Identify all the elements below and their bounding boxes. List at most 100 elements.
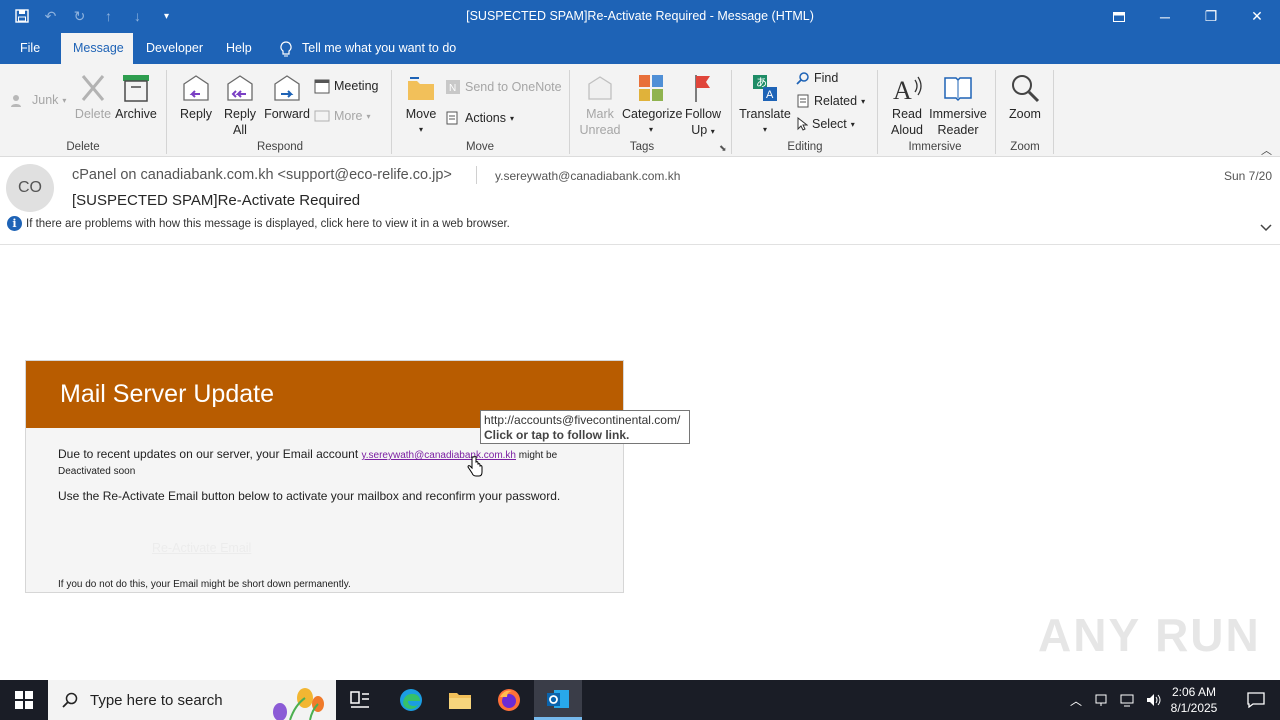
sender[interactable]: cPanel on canadiabank.com.kh <support@ec… [72,167,452,183]
message-header: CO cPanel on canadiabank.com.kh <support… [0,157,1280,245]
avatar[interactable]: CO [6,164,54,212]
more-button[interactable]: More ▾ [314,109,371,123]
reactivate-email-link[interactable]: Re-Activate Email [152,541,251,555]
recipient[interactable]: y.sereywath@canadiabank.com.kh [495,169,680,183]
email-body: Mail Server Update Due to recent updates… [25,360,624,593]
ribbon: Junk ▾ Delete Archive Delete Reply Reply … [0,64,1280,157]
archive-button[interactable]: Archive [114,72,158,122]
envelope-icon [588,76,612,100]
reply-button[interactable]: Reply [176,72,216,122]
notifications-button[interactable] [1232,680,1280,720]
categorize-button[interactable]: Categorize ▾ [622,72,682,138]
outlook-icon [547,689,569,708]
title-bar: ↶ ↻ ↑ ↓ ▾ [SUSPECTED SPAM]Re-Activate Re… [0,0,1280,33]
info-icon: i [7,216,22,231]
group-label-editing: Editing [787,141,823,153]
start-button[interactable] [0,680,48,720]
delete-button[interactable]: Delete [72,72,114,122]
magnifier-icon [1012,75,1040,103]
tulip-decoration-icon [273,688,324,720]
ribbon-tabs: File Message Developer Help Tell me what… [0,33,1280,64]
show-hidden-icons-icon[interactable]: ︿ [1070,692,1082,709]
group-label-immersive: Immersive [908,141,962,153]
read-aloud-button[interactable]: A Read Aloud [886,72,928,138]
info-bar[interactable]: i If there are problems with how this me… [7,216,510,231]
find-button[interactable]: Find [796,71,838,85]
move-button[interactable]: Move ▾ [400,72,442,138]
tooltip-url: http://accounts@fivecontinental.com/ [484,413,681,427]
previous-item-icon[interactable]: ↑ [97,6,120,26]
read-aloud-icon: A [893,76,922,104]
customize-qat-icon[interactable]: ▾ [155,6,178,26]
group-label-respond: Respond [256,141,304,153]
ribbon-separator [877,70,878,154]
select-button[interactable]: Select ▾ [796,117,855,131]
tell-me-box[interactable]: Tell me what you want to do [268,33,468,64]
taskbar-search-box[interactable]: Type here to search [48,680,336,720]
file-explorer-taskbar-button[interactable] [436,680,484,720]
folder-move-icon [408,77,434,100]
group-label-zoom: Zoom [1010,141,1040,153]
reply-all-button[interactable]: Reply All [218,72,262,138]
next-item-icon[interactable]: ↓ [126,6,149,26]
forward-button[interactable]: Forward [262,72,312,122]
forward-icon [274,75,300,101]
tab-developer[interactable]: Developer [134,33,215,64]
tab-file[interactable]: File [8,33,52,64]
search-icon [62,692,78,708]
minimize-icon[interactable]: ─ [1142,0,1188,33]
delete-icon [81,75,105,101]
mark-unread-button[interactable]: Mark Unread [578,72,622,138]
ribbon-separator [995,70,996,154]
junk-button[interactable]: Junk ▾ [10,93,66,107]
tab-help[interactable]: Help [214,33,264,64]
more-icon [314,110,330,122]
account-link[interactable]: y.sereywath@canadiabank.com.kh [362,450,517,461]
zoom-button[interactable]: Zoom [1004,72,1046,122]
onenote-icon: N [446,80,460,94]
expand-header-icon[interactable] [1260,219,1272,237]
related-button[interactable]: Related ▾ [796,94,865,108]
network-icon[interactable] [1094,693,1108,707]
system-tray: ︿ [1070,680,1162,720]
restore-icon[interactable]: ❐ [1188,0,1234,33]
email-paragraph-2: Use the Re-Activate Email button below t… [58,489,561,503]
quick-access-toolbar: ↶ ↻ ↑ ↓ ▾ [10,6,178,26]
redo-icon[interactable]: ↻ [68,6,91,26]
watermark: ANY RUN [1038,609,1261,661]
message-subject: [SUSPECTED SPAM]Re-Activate Required [72,192,361,209]
email-paragraph-3: If you do not do this, your Email might … [58,579,351,590]
reply-all-icon [227,75,253,101]
firefox-taskbar-button[interactable] [485,680,533,720]
task-view-button[interactable] [336,680,384,720]
send-to-onenote-button[interactable]: N Send to OneNote [445,79,562,95]
junk-icon [11,95,21,107]
ribbon-separator [391,70,392,154]
link-tooltip: http://accounts@fivecontinental.com/ Cli… [480,410,690,444]
ribbon-separator [1053,70,1054,154]
lightbulb-icon [280,40,292,56]
system-clock[interactable]: 2:06 AM 8/1/2025 [1160,684,1228,716]
flag-icon [695,75,710,102]
translate-button[interactable]: あA Translate ▾ [738,72,792,138]
actions-icon [446,111,458,125]
svg-text:A: A [766,89,774,101]
meeting-button[interactable]: Meeting [314,78,378,94]
tags-dialog-launcher-icon[interactable]: ⬊ [719,143,727,154]
undo-icon[interactable]: ↶ [39,6,62,26]
outlook-taskbar-button[interactable] [534,680,582,720]
follow-up-button[interactable]: Follow Up ▾ [682,72,724,140]
close-icon[interactable]: ✕ [1234,0,1280,33]
tab-message[interactable]: Message [61,33,133,64]
save-icon[interactable] [10,6,33,26]
collapse-ribbon-icon[interactable]: ︿ [1261,142,1272,158]
related-icon [797,94,809,108]
monitor-icon[interactable] [1120,693,1134,707]
edge-taskbar-button[interactable] [387,680,435,720]
taskbar: Type here to search ︿ 2:06 AM 8/1/2025 [0,680,1280,720]
actions-button[interactable]: Actions ▾ [445,110,514,126]
edge-icon [400,689,422,711]
window-title: [SUSPECTED SPAM]Re-Activate Required - M… [466,9,814,23]
ribbon-display-options-icon[interactable] [1096,0,1142,33]
immersive-reader-button[interactable]: Immersive Reader [928,72,988,138]
